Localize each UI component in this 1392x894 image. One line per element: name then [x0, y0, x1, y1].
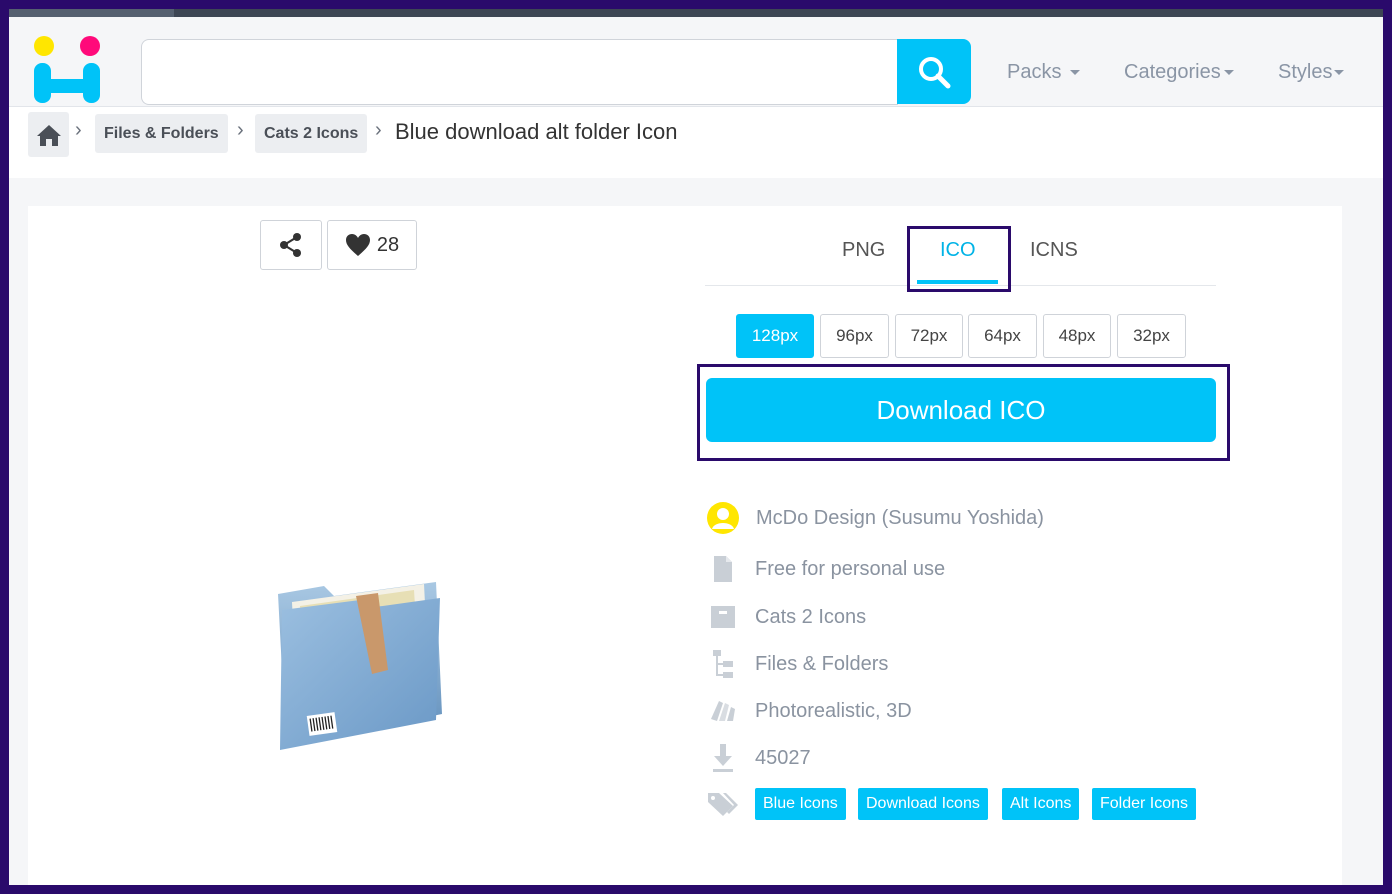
download-ico-button[interactable]: Download ICO [706, 378, 1216, 442]
breadcrumb-separator: › [75, 119, 82, 141]
sitemap-icon [706, 647, 740, 681]
tabs-divider [705, 285, 1216, 286]
tag-download-icons[interactable]: Download Icons [858, 788, 988, 820]
size-72px[interactable]: 72px [895, 314, 963, 358]
like-count: 28 [376, 233, 400, 256]
search-icon [919, 56, 951, 88]
download-icon [706, 741, 740, 775]
nav-categories-label: Categories [1124, 61, 1221, 83]
size-64px[interactable]: 64px [968, 314, 1037, 358]
download-count: 45027 [755, 746, 811, 769]
size-96px[interactable]: 96px [820, 314, 889, 358]
user-icon [706, 501, 740, 535]
author-link[interactable]: McDo Design (Susumu Yoshida) [756, 507, 1044, 530]
info-category: Files & Folders [706, 646, 888, 682]
size-128px[interactable]: 128px [736, 314, 814, 358]
nav-categories[interactable]: Categories [1124, 61, 1234, 84]
chevron-down-icon [1334, 70, 1345, 76]
tab-png[interactable]: PNG [842, 239, 885, 262]
site-logo[interactable] [31, 27, 106, 107]
like-button[interactable]: 28 [327, 220, 417, 270]
breadcrumb: › Files & Folders › Cats 2 Icons › Blue … [9, 107, 1383, 178]
heart-icon [345, 234, 370, 256]
chevron-down-icon [1070, 70, 1081, 76]
breadcrumb-separator: › [237, 119, 244, 141]
chevron-down-icon [1223, 70, 1234, 76]
page-title: Blue download alt folder Icon [395, 119, 678, 144]
nav-packs[interactable]: Packs [1007, 61, 1081, 84]
category-link[interactable]: Files & Folders [755, 653, 888, 676]
tag-alt-icons[interactable]: Alt Icons [1002, 788, 1080, 820]
icon-detail-panel [28, 206, 1342, 885]
breadcrumb-home[interactable] [28, 112, 69, 157]
info-styles: Photorealistic, 3D [706, 693, 912, 729]
share-icon [280, 233, 301, 257]
tab-icns[interactable]: ICNS [1030, 239, 1078, 262]
share-button[interactable] [260, 220, 322, 270]
search-input[interactable] [141, 39, 898, 105]
info-author: McDo Design (Susumu Yoshida) [706, 500, 1044, 536]
document-icon [706, 552, 740, 586]
tab-ico[interactable]: ICO [940, 239, 976, 262]
breadcrumb-cats-2-icons[interactable]: Cats 2 Icons [255, 114, 368, 153]
search-button[interactable] [897, 39, 971, 104]
site-header: Packs Categories Styles [9, 17, 1383, 107]
size-32px[interactable]: 32px [1117, 314, 1186, 358]
tags-icon [706, 787, 740, 821]
archive-icon [706, 600, 740, 634]
top-strip [9, 9, 1383, 17]
nav-styles-label: Styles [1278, 61, 1333, 83]
tag-blue-icons[interactable]: Blue Icons [755, 788, 846, 820]
nav-styles[interactable]: Styles [1278, 61, 1345, 84]
tab-active-indicator [917, 280, 998, 284]
info-downloads: 45027 [706, 740, 811, 776]
breadcrumb-separator: › [375, 119, 382, 141]
breadcrumb-files-folders[interactable]: Files & Folders [95, 114, 228, 153]
palette-icon [706, 694, 740, 728]
home-icon [36, 124, 61, 146]
pack-link[interactable]: Cats 2 Icons [755, 606, 866, 629]
size-48px[interactable]: 48px [1043, 314, 1111, 358]
license-text[interactable]: Free for personal use [755, 558, 945, 581]
info-pack: Cats 2 Icons [706, 599, 866, 635]
info-tags [706, 786, 740, 822]
info-license: Free for personal use [706, 551, 945, 587]
nav-packs-label: Packs [1007, 61, 1062, 83]
tag-folder-icons[interactable]: Folder Icons [1092, 788, 1197, 820]
styles-text[interactable]: Photorealistic, 3D [755, 700, 912, 723]
folder-icon-preview [278, 582, 442, 750]
browser-frame: Packs Categories Styles › Files & Folder… [9, 9, 1383, 885]
